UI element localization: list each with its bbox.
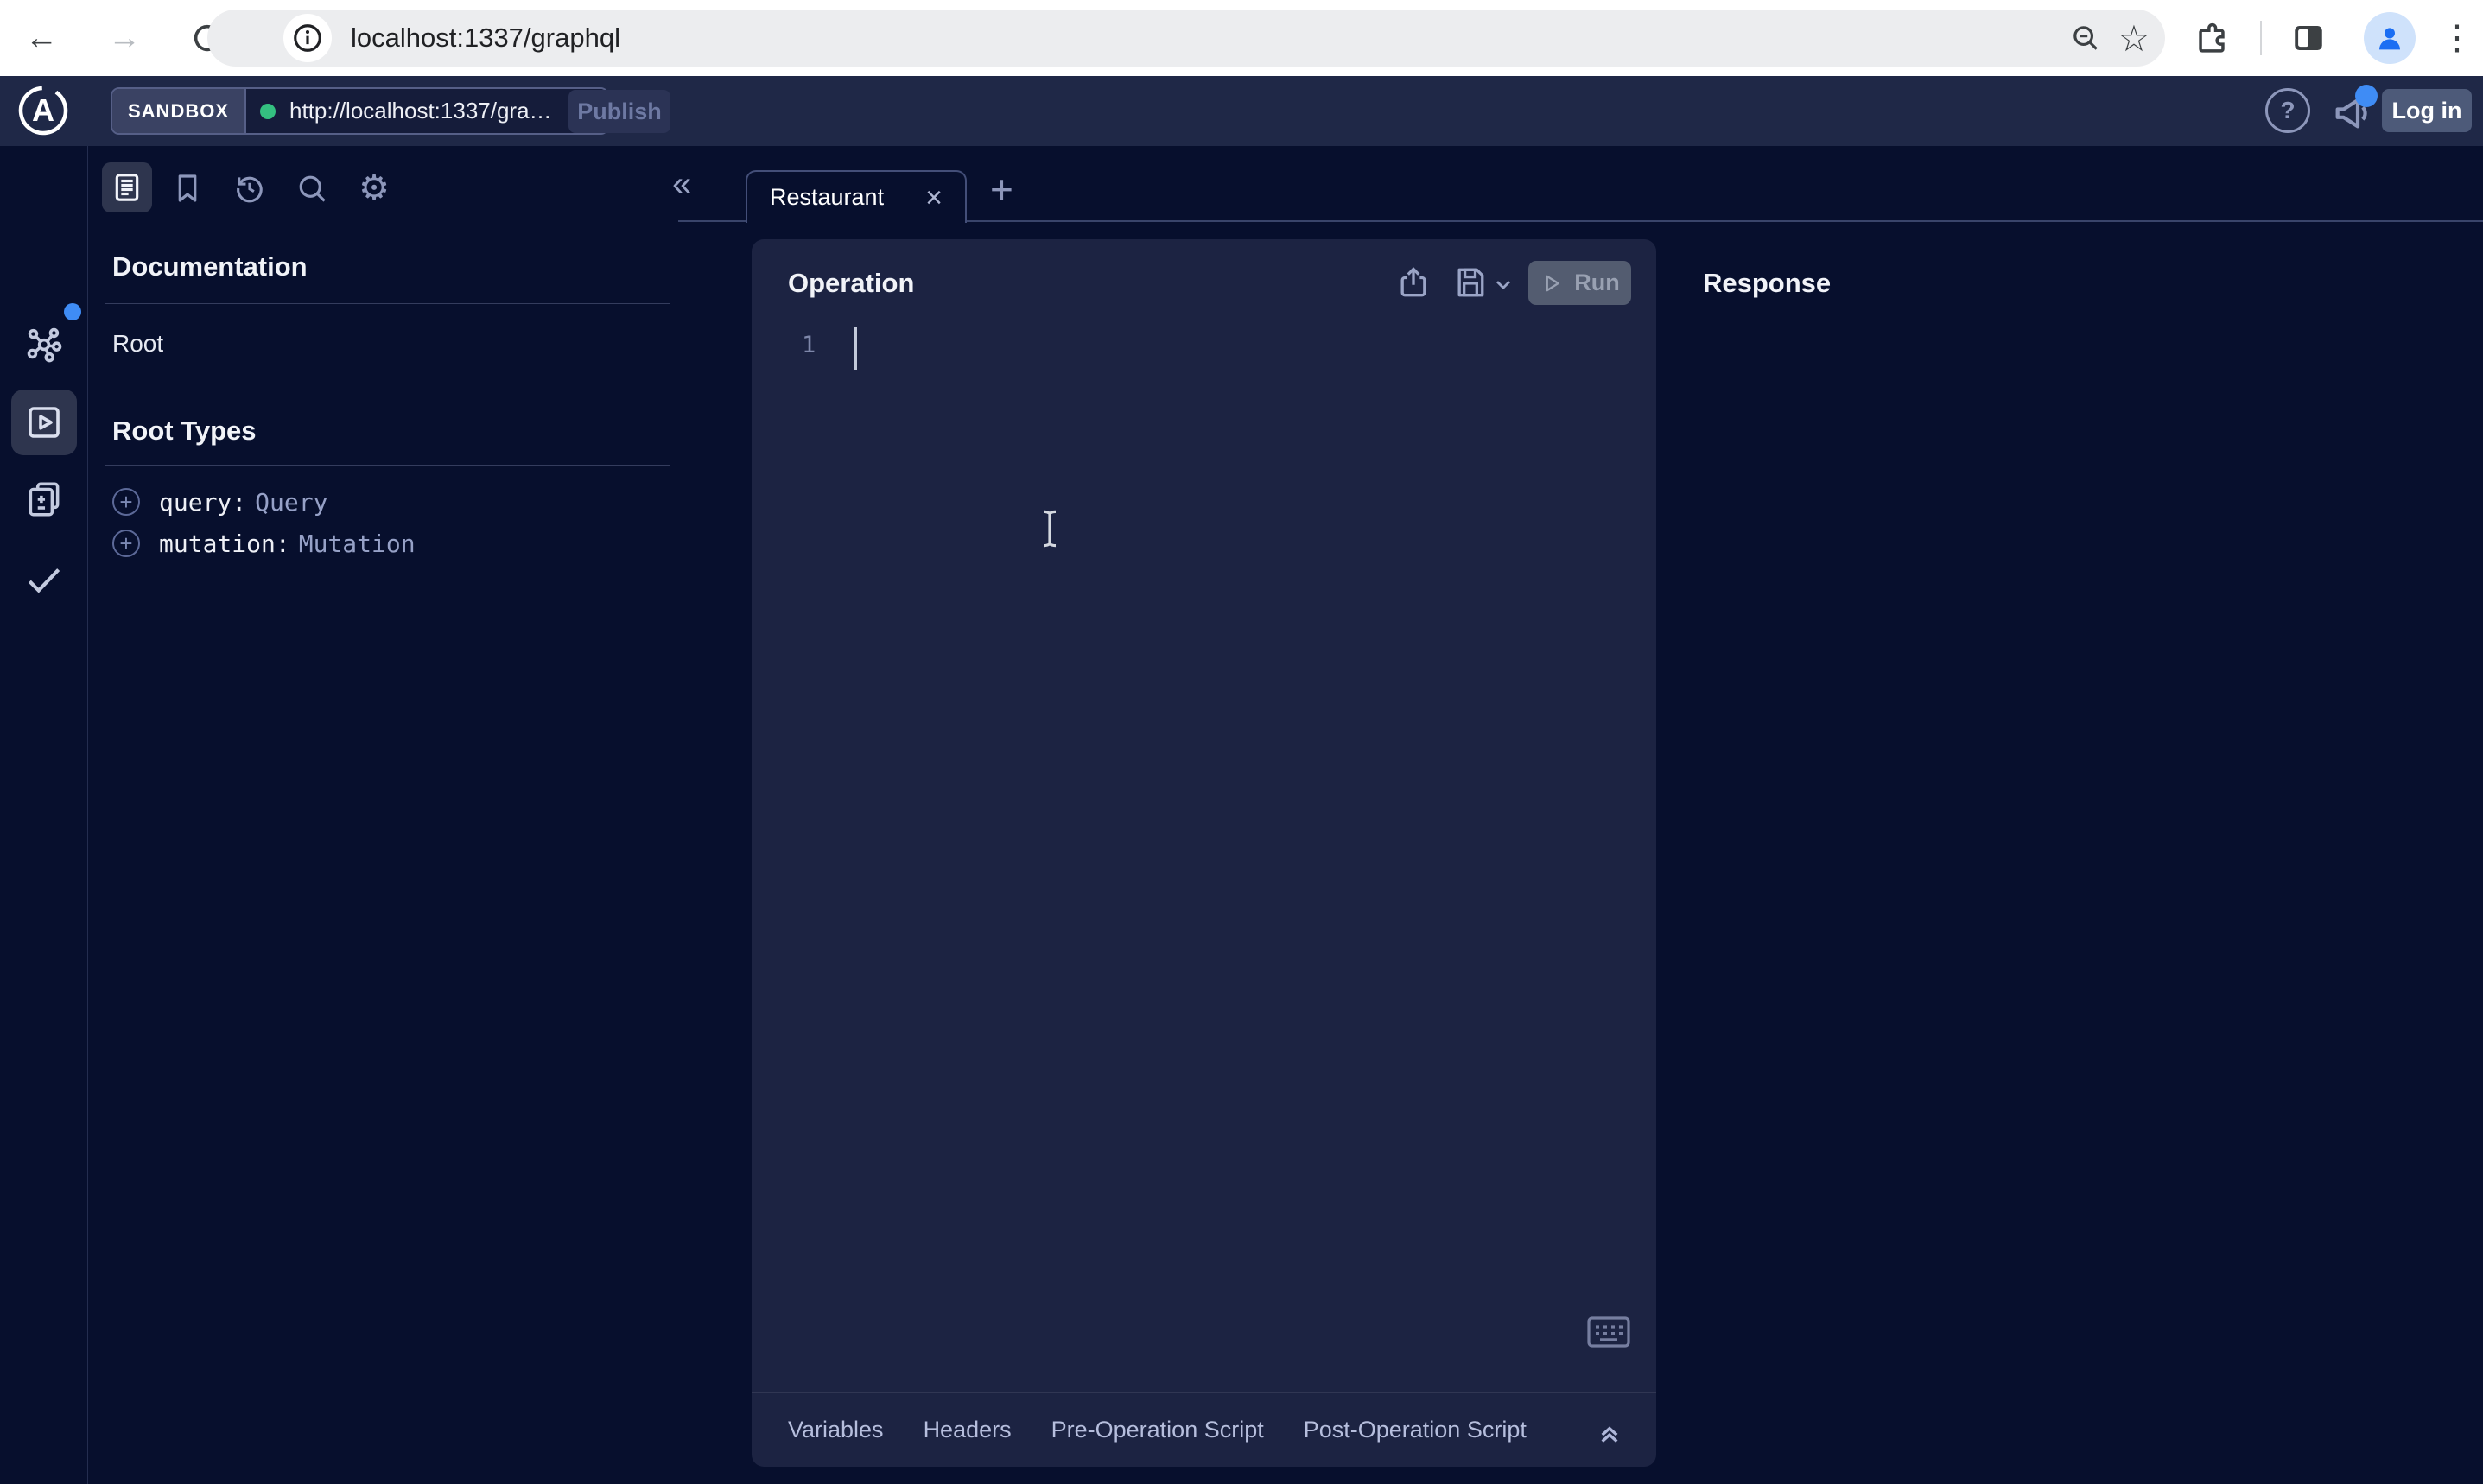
add-mutation-icon[interactable]: + [112, 530, 140, 557]
help-icon[interactable]: ? [2265, 88, 2310, 133]
browser-menu-icon[interactable]: ⋮ [2435, 16, 2480, 60]
explorer-settings-gear-icon[interactable]: ⚙ [356, 170, 392, 206]
changelog-icon[interactable] [22, 478, 66, 521]
site-info-icon[interactable] [283, 14, 332, 62]
address-bar[interactable]: localhost:1337/graphql ☆ [207, 10, 2165, 67]
line-number: 1 [802, 332, 816, 358]
extensions-icon[interactable] [2189, 16, 2234, 60]
docs-tab-icon[interactable] [102, 162, 152, 212]
sandbox-badge: SANDBOX [112, 89, 246, 133]
drawer-tab-pre-operation-script[interactable]: Pre-Operation Script [1051, 1417, 1264, 1443]
editor-caret [854, 327, 857, 370]
run-play-icon [1540, 271, 1564, 295]
new-tab-icon[interactable]: + [990, 169, 1013, 209]
root-field-mutation[interactable]: + mutation: Mutation [112, 523, 416, 563]
docs-divider [105, 465, 670, 466]
toolbar-divider [2260, 21, 2262, 55]
field-type-link[interactable]: Query [255, 488, 327, 517]
drawer-tab-variables[interactable]: Variables [788, 1417, 884, 1443]
connection-status-dot [260, 104, 276, 119]
browser-forward-icon[interactable]: → [102, 16, 147, 60]
search-icon[interactable] [294, 170, 330, 206]
close-tab-icon[interactable]: × [925, 183, 943, 212]
publish-button[interactable]: Publish [568, 90, 670, 133]
history-icon[interactable] [232, 170, 268, 206]
schema-notification-dot [64, 303, 81, 320]
docs-title: Documentation [112, 251, 308, 282]
field-name: mutation: [159, 530, 290, 558]
root-types-title: Root Types [112, 415, 257, 447]
docs-divider [105, 303, 670, 304]
operation-panel: Operation Run 1 [752, 239, 1656, 1467]
endpoint-picker[interactable]: SANDBOX http://localhost:1337/gra… ⚙ [111, 87, 609, 135]
drawer-tab-headers[interactable]: Headers [924, 1417, 1012, 1443]
address-url[interactable]: localhost:1337/graphql [351, 10, 620, 67]
docs-root-link[interactable]: Root [112, 330, 163, 358]
add-query-icon[interactable]: + [112, 488, 140, 516]
zoom-out-icon[interactable] [2063, 16, 2108, 60]
login-button[interactable]: Log in [2382, 89, 2472, 132]
text-cursor-pointer [1037, 508, 1063, 549]
field-type-link[interactable]: Mutation [299, 530, 416, 558]
schema-graph-icon[interactable] [22, 322, 66, 365]
left-rail: » [0, 146, 88, 1484]
tab-restaurant[interactable]: Restaurant × [746, 170, 967, 223]
notification-dot [2355, 85, 2378, 107]
operation-drawer: Variables Headers Pre-Operation Script P… [752, 1392, 1656, 1467]
save-icon[interactable] [1451, 263, 1489, 301]
rail-item-explorer[interactable] [11, 390, 77, 455]
share-icon[interactable] [1394, 263, 1432, 301]
operation-editor[interactable] [752, 317, 1656, 1484]
drawer-expand-icon[interactable] [1592, 1414, 1627, 1449]
browser-toolbar: ← → localhost:1337/graphql ☆ ⋮ [0, 0, 2483, 76]
apollo-header: A SANDBOX http://localhost:1337/gra… ⚙ P… [0, 76, 2483, 146]
checks-icon[interactable] [22, 557, 66, 600]
operation-title: Operation [788, 268, 914, 299]
browser-back-icon[interactable]: ← [19, 16, 64, 60]
profile-avatar[interactable] [2364, 12, 2416, 64]
tab-title: Restaurant [770, 184, 884, 211]
drawer-tab-post-operation-script[interactable]: Post-Operation Script [1304, 1417, 1527, 1443]
announcements-icon[interactable] [2327, 88, 2376, 136]
apollo-logo-icon[interactable]: A [17, 85, 69, 136]
saved-operations-bookmark-icon[interactable] [169, 170, 206, 206]
save-menu-chevron-icon[interactable] [1491, 272, 1515, 296]
endpoint-url[interactable]: http://localhost:1337/gra… [289, 98, 552, 124]
side-panel-icon[interactable] [2286, 16, 2331, 60]
collapse-docs-icon[interactable]: « [672, 167, 691, 201]
apollo-logo-letter: A [32, 92, 54, 128]
response-title: Response [1703, 268, 1831, 299]
root-field-query[interactable]: + query: Query [112, 482, 327, 522]
documentation-panel: ⚙ Documentation Root Root Types + query:… [88, 146, 678, 1484]
keyboard-shortcuts-icon[interactable] [1586, 1315, 1631, 1349]
apollo-sandbox-app: ← → localhost:1337/graphql ☆ ⋮ [0, 0, 2483, 1484]
bookmark-star-icon[interactable]: ☆ [2112, 16, 2156, 60]
run-label: Run [1574, 270, 1619, 296]
field-name: query: [159, 488, 246, 517]
run-button[interactable]: Run [1528, 261, 1631, 305]
